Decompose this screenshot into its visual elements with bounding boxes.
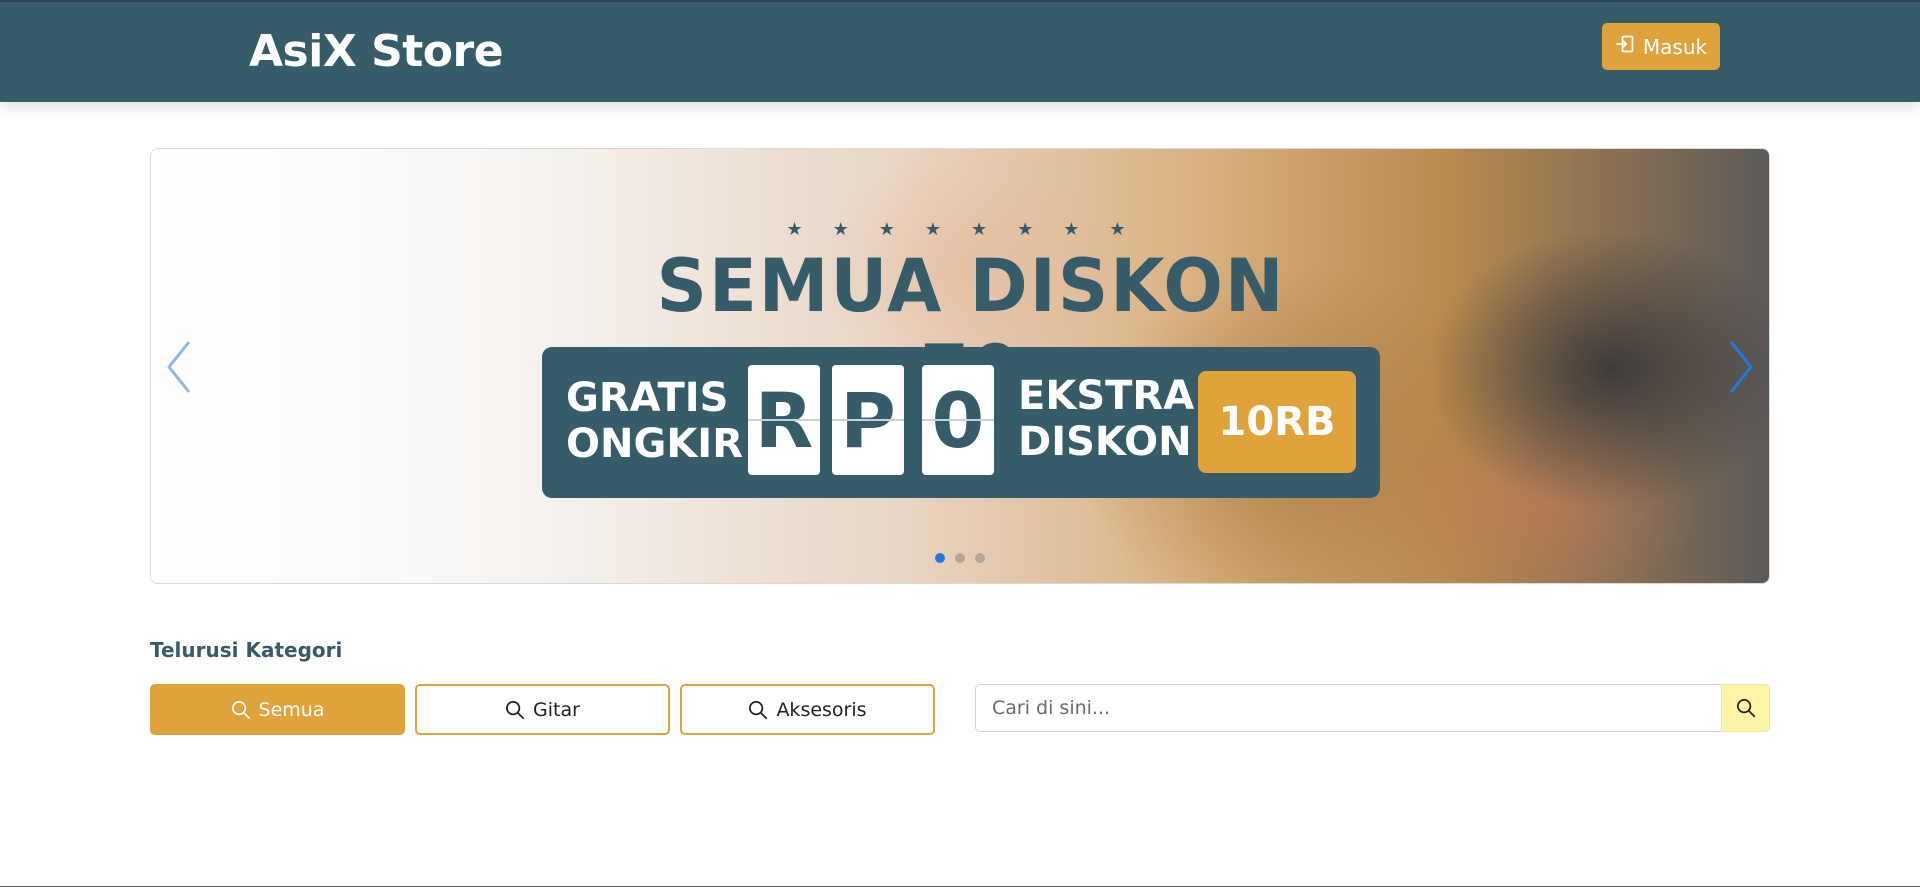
login-label: Masuk (1642, 34, 1708, 59)
free-shipping-label: GRATIS ONGKIR (566, 375, 743, 467)
navbar: AsiX Store Masuk (0, 2, 1920, 102)
category-label: Aksesoris (776, 698, 867, 721)
promo-tile: R (748, 365, 820, 475)
carousel-prev-button[interactable] (161, 332, 201, 402)
carousel-indicator[interactable] (955, 553, 965, 563)
promo-tile: 0 (922, 365, 994, 475)
category-label: Semua (258, 698, 325, 721)
carousel-next-button[interactable] (1719, 332, 1759, 402)
carousel-indicator[interactable] (975, 553, 985, 563)
carousel-indicator[interactable] (935, 553, 945, 563)
chevron-right-icon (1729, 341, 1753, 393)
discount-badge: 10RB (1198, 371, 1356, 473)
login-icon (1615, 34, 1635, 59)
promo-box: GRATIS ONGKIR R P 0 EKSTRA DISKON 10RB (542, 347, 1380, 498)
category-button-gitar[interactable]: Gitar (415, 684, 670, 735)
category-button-semua[interactable]: Semua (150, 684, 405, 735)
search-icon (506, 700, 525, 719)
login-button[interactable]: Masuk (1602, 23, 1720, 70)
extra-discount-label: EKSTRA DISKON (1018, 373, 1195, 465)
decorative-stars: ★★★★★★★★ (786, 219, 1156, 240)
category-button-aksesoris[interactable]: Aksesoris (680, 684, 935, 735)
promo-carousel[interactable]: ★★★★★★★★ SEMUA DISKON 70 GRATIS ONGKIR R… (150, 148, 1770, 584)
promo-tile: P (832, 365, 904, 475)
carousel-indicators (151, 553, 1769, 563)
search-icon (1736, 699, 1755, 718)
chevron-left-icon (167, 341, 191, 393)
category-section-title: Telurusi Kategori (150, 638, 343, 662)
search-button[interactable] (1721, 684, 1770, 732)
search-bar (975, 684, 1770, 732)
search-input[interactable] (975, 684, 1721, 732)
brand-logo[interactable]: AsiX Store (249, 26, 504, 77)
search-icon (749, 700, 768, 719)
category-label: Gitar (533, 698, 580, 721)
search-icon (231, 700, 250, 719)
